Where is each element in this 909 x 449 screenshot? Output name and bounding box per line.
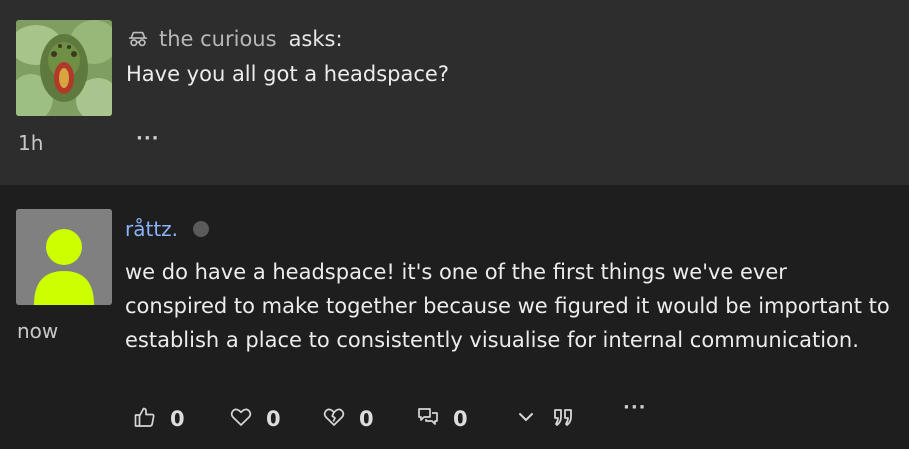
asker-avatar[interactable] bbox=[16, 20, 112, 116]
status-dot bbox=[193, 221, 210, 237]
quote-icon bbox=[551, 405, 575, 433]
answer-header: råttz. bbox=[125, 217, 210, 241]
ask-card: the curious asks: Have you all got a hea… bbox=[0, 0, 909, 185]
reaction-bar: 0 0 0 0 ··· bbox=[133, 397, 653, 435]
ask-timestamp[interactable]: 1h bbox=[18, 131, 43, 155]
broken-heart-icon bbox=[322, 405, 346, 433]
answer-card: råttz. we do have a headspace! it's one … bbox=[0, 185, 909, 449]
answer-timestamp[interactable]: now bbox=[17, 319, 58, 343]
like-button[interactable]: 0 bbox=[133, 405, 185, 433]
question-text: Have you all got a headspace? bbox=[126, 62, 449, 86]
answer-text: we do have a headspace! it's one of the … bbox=[125, 260, 890, 352]
answerer-username[interactable]: råttz. bbox=[125, 217, 178, 241]
comment-count: 0 bbox=[453, 407, 468, 431]
like-count: 0 bbox=[170, 407, 185, 431]
heart-button[interactable]: 0 bbox=[229, 405, 281, 433]
incognito-icon bbox=[127, 28, 149, 50]
chevron-down-icon bbox=[514, 405, 538, 433]
thumbs-up-icon bbox=[133, 405, 157, 433]
asker-name: the curious bbox=[159, 27, 277, 51]
more-dots: ··· bbox=[623, 397, 647, 418]
broken-heart-count: 0 bbox=[359, 407, 374, 431]
ask-more-button[interactable]: ··· bbox=[136, 128, 160, 149]
comment-button[interactable]: 0 bbox=[416, 405, 468, 433]
heart-count: 0 bbox=[266, 407, 281, 431]
heart-icon bbox=[229, 405, 253, 433]
quote-button[interactable] bbox=[551, 405, 575, 433]
broken-heart-button[interactable]: 0 bbox=[322, 405, 374, 433]
expand-button[interactable] bbox=[514, 405, 538, 433]
answerer-avatar[interactable] bbox=[16, 209, 112, 305]
comments-icon bbox=[416, 405, 440, 433]
ask-header: the curious asks: bbox=[127, 27, 343, 51]
answer-more-button[interactable]: ··· bbox=[623, 397, 647, 418]
asks-label: asks: bbox=[288, 27, 343, 51]
